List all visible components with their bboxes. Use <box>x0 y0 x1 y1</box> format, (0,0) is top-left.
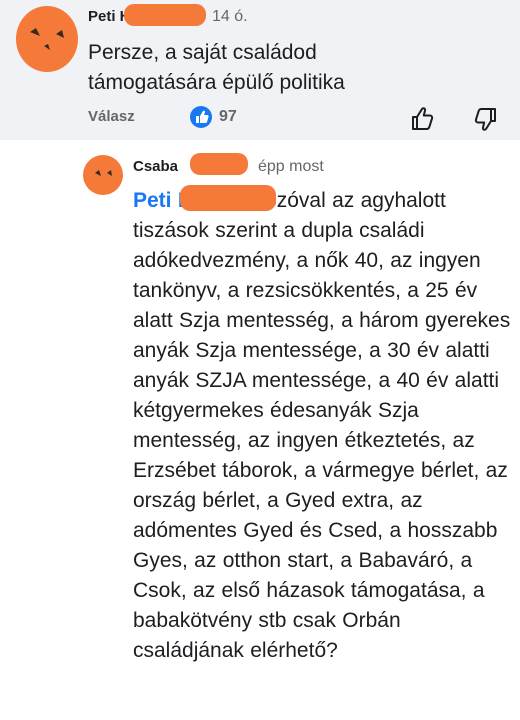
like-reaction-icon[interactable] <box>190 106 212 128</box>
reply-button[interactable]: Válasz <box>88 108 135 125</box>
reply-author[interactable]: Csaba <box>133 158 178 175</box>
like-button[interactable] <box>408 104 438 134</box>
avatar[interactable] <box>16 6 78 72</box>
avatar[interactable] <box>83 155 123 195</box>
mention-redaction <box>180 185 276 211</box>
comment-timestamp[interactable]: 14 ó. <box>212 8 248 26</box>
name-redaction <box>124 4 206 26</box>
reply-timestamp[interactable]: épp most <box>258 158 324 176</box>
redacted-avatar-icon <box>83 155 123 195</box>
thumbs-down-icon <box>474 108 496 131</box>
comment-text-line-1: Persze, a saját családod <box>88 41 317 64</box>
like-count: 97 <box>219 108 237 125</box>
name-redaction <box>190 153 248 175</box>
dislike-button[interactable] <box>470 104 500 134</box>
comment-text-line-2: támogatására épülő politika <box>88 71 345 94</box>
thumbs-up-icon <box>412 107 434 130</box>
comment-actions: Válasz 97 <box>0 100 520 136</box>
reply-message: Szóval az agyhalott tiszások szerint a d… <box>133 189 511 662</box>
thumbs-up-icon <box>196 110 209 123</box>
redacted-avatar-icon <box>16 6 78 72</box>
reply-text: Peti H Szóval az agyhalott tiszások szer… <box>133 186 513 666</box>
